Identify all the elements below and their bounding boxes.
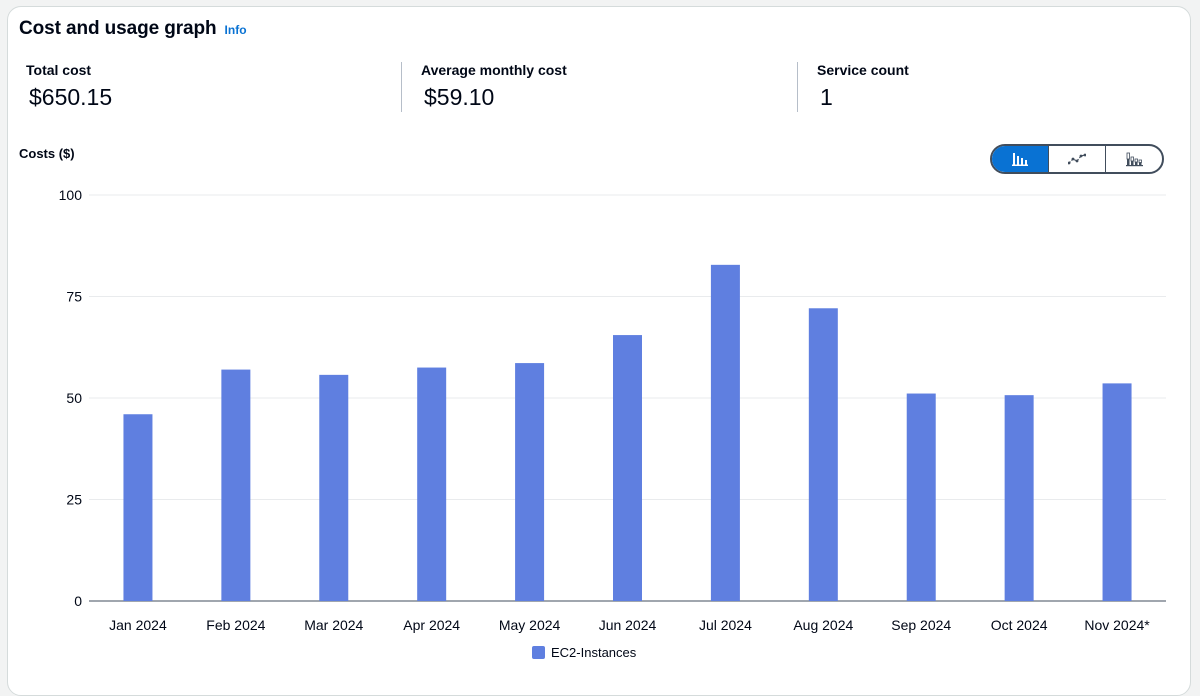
cost-bar-chart: 0 25 50 75 100 Jan 2024 Feb 2024 Mar 2024 Apr 20… bbox=[59, 187, 1166, 633]
bar bbox=[515, 363, 545, 601]
legend-swatch-ec2 bbox=[532, 646, 545, 659]
bar bbox=[221, 369, 251, 601]
x-tick-label: Jan 2024 bbox=[109, 617, 167, 633]
x-tick-label: Nov 2024* bbox=[1084, 617, 1150, 633]
bar bbox=[808, 308, 838, 601]
chart-legend: EC2-Instances bbox=[532, 645, 636, 660]
bar bbox=[417, 367, 447, 601]
y-tick-label: 0 bbox=[74, 593, 82, 609]
bar bbox=[710, 264, 740, 601]
y-tick-label: 75 bbox=[66, 289, 82, 305]
bar bbox=[613, 335, 642, 601]
legend-label-ec2[interactable]: EC2-Instances bbox=[551, 645, 636, 660]
x-tick-label: Sep 2024 bbox=[891, 617, 951, 633]
bar bbox=[1102, 383, 1132, 601]
x-tick-label: Jun 2024 bbox=[599, 617, 657, 633]
bar bbox=[123, 414, 153, 601]
x-tick-label: Apr 2024 bbox=[403, 617, 460, 633]
y-tick-label: 25 bbox=[66, 492, 82, 508]
bar bbox=[319, 374, 349, 601]
x-tick-label: Aug 2024 bbox=[793, 617, 853, 633]
x-tick-label: Feb 2024 bbox=[206, 617, 265, 633]
x-tick-label: Oct 2024 bbox=[991, 617, 1048, 633]
y-tick-label: 50 bbox=[66, 390, 82, 406]
x-tick-label: May 2024 bbox=[499, 617, 561, 633]
bar bbox=[1004, 395, 1034, 601]
x-tick-label: Jul 2024 bbox=[699, 617, 752, 633]
y-tick-label: 100 bbox=[59, 187, 83, 203]
bar bbox=[906, 393, 936, 601]
x-tick-label: Mar 2024 bbox=[304, 617, 363, 633]
